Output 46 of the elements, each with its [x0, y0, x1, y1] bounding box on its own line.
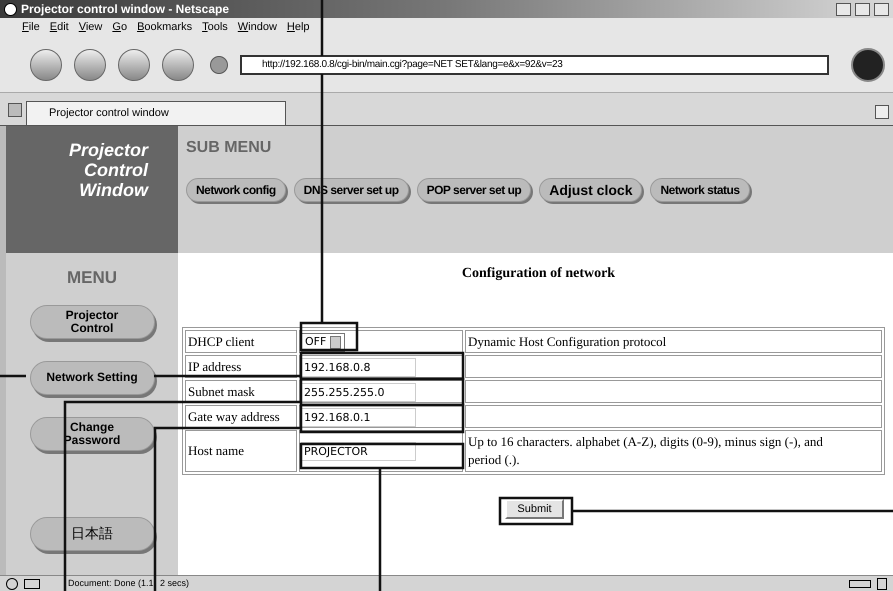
- address-field[interactable]: http://192.168.0.8/cgi-bin/main.cgi?page=NET SET&lang=e&x=92&v=23: [240, 54, 829, 74]
- logo-text: Control: [84, 160, 148, 180]
- field-description: Dynamic Host Configuration protocol: [468, 332, 668, 350]
- logo-text: Projector: [68, 140, 148, 160]
- input-field[interactable]: 192.168.0.1: [301, 408, 416, 426]
- menu-item[interactable]: Bookmarks: [137, 19, 192, 36]
- reload-button[interactable]: [118, 48, 150, 80]
- menu-item[interactable]: Help: [286, 19, 310, 36]
- app-icon: [4, 2, 17, 16]
- input-field[interactable]: 255.255.255.0: [301, 382, 416, 402]
- field-label: Host name: [185, 430, 297, 472]
- field-label: Gate way address: [185, 405, 297, 428]
- menu-item[interactable]: Tools: [202, 19, 228, 36]
- status-text: 2 secs): [160, 576, 190, 590]
- menu-item[interactable]: Go: [112, 19, 128, 36]
- close-tab-button[interactable]: [875, 105, 889, 119]
- browser-tab[interactable]: Projector control window: [26, 101, 286, 125]
- submit-button[interactable]: Submit: [505, 499, 564, 519]
- browser-logo-icon: [851, 48, 885, 82]
- minimize-button[interactable]: [836, 2, 851, 16]
- menu-item[interactable]: File: [22, 19, 40, 36]
- forward-button[interactable]: [74, 48, 106, 80]
- field-label: DHCP client: [185, 330, 297, 353]
- back-button[interactable]: [30, 48, 62, 80]
- menu-item[interactable]: Edit: [50, 19, 69, 36]
- field-label: IP address: [185, 355, 297, 378]
- close-button[interactable]: [874, 2, 889, 16]
- page-heading: Configuration of network: [460, 265, 616, 283]
- dropdown-button[interactable]: [210, 56, 228, 74]
- sub-menu-button[interactable]: Network status: [650, 178, 750, 202]
- status-text: Document: Done (1.1: [68, 576, 152, 590]
- field-description: Up to 16 characters. alphabet (A-Z), digits (0-9), minus sign (-), and period (.).: [468, 433, 824, 469]
- stop-button[interactable]: [162, 48, 194, 80]
- input-field[interactable]: 192.168.0.8: [301, 358, 416, 376]
- sub-menu-button[interactable]: Network config: [186, 178, 286, 202]
- sub-menu-button[interactable]: Adjust clock: [539, 178, 642, 202]
- menu-item[interactable]: View: [78, 19, 102, 36]
- maximize-button[interactable]: [855, 2, 870, 16]
- sub-menu-button[interactable]: POP server set up: [416, 178, 532, 202]
- sub-menu-heading: SUB MENU: [186, 138, 272, 158]
- browser-logo-icon: [6, 578, 18, 590]
- window-title: Projector control window - Netscape: [21, 1, 230, 18]
- menu-item[interactable]: Window: [238, 19, 277, 36]
- menu-heading: MENU: [66, 267, 118, 289]
- field-label: Subnet mask: [185, 380, 297, 403]
- logo-text: Window: [79, 180, 148, 200]
